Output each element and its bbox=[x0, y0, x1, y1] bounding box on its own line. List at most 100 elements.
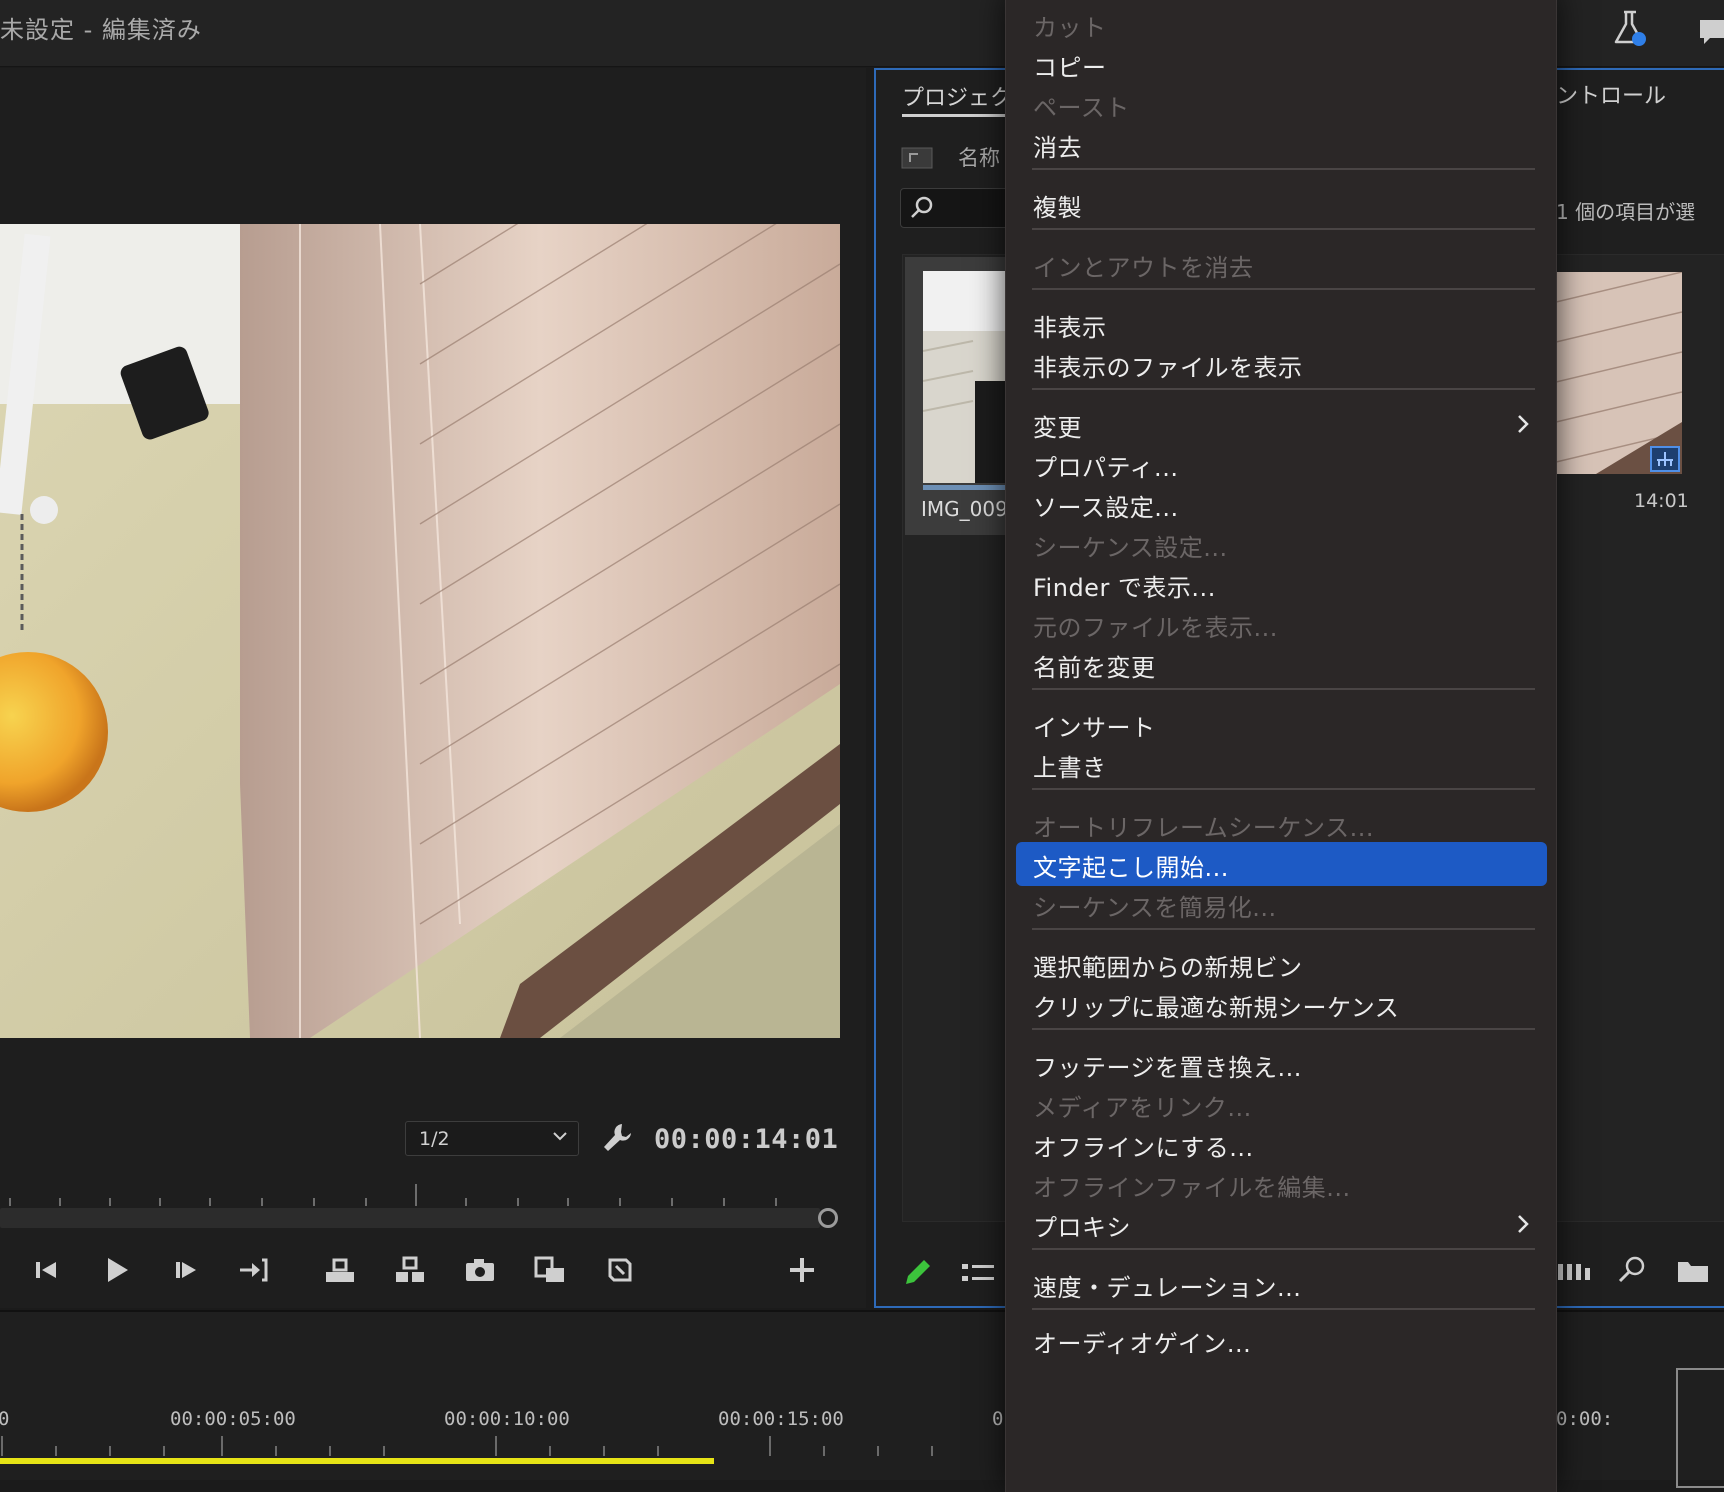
search-icon bbox=[911, 196, 933, 218]
clip-duration: 14:01 bbox=[1634, 490, 1689, 512]
menu-item[interactable]: オフラインにする... bbox=[1006, 1122, 1556, 1166]
overwrite-button[interactable] bbox=[598, 1248, 642, 1292]
menu-item-label: 選択範囲からの新規ビン bbox=[1033, 954, 1303, 982]
clip-progress-bar bbox=[923, 485, 1013, 490]
extract-button[interactable] bbox=[388, 1248, 432, 1292]
zoom-value: 1/2 bbox=[419, 1128, 450, 1150]
menu-item-label: 変更 bbox=[1033, 414, 1082, 442]
menu-item-label: 元のファイルを表示... bbox=[1033, 614, 1278, 642]
menu-item-label: シーケンスを簡易化... bbox=[1033, 894, 1277, 922]
insert-icon bbox=[534, 1256, 564, 1282]
menu-separator bbox=[1032, 168, 1535, 170]
new-bin-icon[interactable] bbox=[1676, 1256, 1710, 1286]
tab-effect-controls[interactable]: ントロール bbox=[1556, 78, 1666, 110]
menu-item: 元のファイルを表示... bbox=[1006, 602, 1556, 646]
menu-item: ペースト bbox=[1006, 82, 1556, 126]
clip-thumbnail bbox=[923, 271, 1013, 483]
play-icon bbox=[108, 1258, 128, 1282]
menu-item[interactable]: 名前を変更 bbox=[1006, 642, 1556, 686]
menu-item[interactable]: 消去 bbox=[1006, 122, 1556, 166]
menu-item-label: フッテージを置き換え... bbox=[1033, 1054, 1302, 1082]
context-menu: カット コピー ペースト消去複製インとアウトを消去非表示非表示のファイルを表示 変更プ… bbox=[1005, 0, 1557, 1492]
scrub-bar[interactable] bbox=[0, 1208, 820, 1228]
video-image bbox=[0, 224, 840, 1038]
menu-item-label: 非表示のファイルを表示 bbox=[1033, 354, 1303, 382]
menu-item[interactable]: プロパティ... bbox=[1006, 442, 1556, 486]
menu-item[interactable]: コピー bbox=[1006, 42, 1556, 86]
playhead-handle[interactable] bbox=[818, 1208, 838, 1228]
work-area-bar[interactable] bbox=[0, 1458, 714, 1464]
menu-item-label: クリップに最適な新規シーケンス bbox=[1033, 994, 1400, 1022]
chevron-right-icon bbox=[1518, 415, 1529, 433]
selected-count: 1 個の項目が選 bbox=[1556, 200, 1696, 224]
menu-item-label: ソース設定... bbox=[1033, 494, 1179, 522]
menu-item: メディアをリンク... bbox=[1006, 1082, 1556, 1126]
menu-item[interactable]: Finder で表示... bbox=[1006, 562, 1556, 606]
menu-item-label: オーディオゲイン... bbox=[1033, 1330, 1252, 1358]
menu-item-label: インサート bbox=[1033, 714, 1156, 742]
freeform-bars-icon[interactable] bbox=[1556, 1256, 1592, 1286]
zoom-icon[interactable] bbox=[1616, 1254, 1648, 1286]
add-button[interactable] bbox=[780, 1248, 824, 1292]
menu-separator bbox=[1032, 928, 1535, 930]
project-title: 未設定 - 編集済み bbox=[0, 16, 202, 44]
insert-button[interactable] bbox=[528, 1248, 572, 1292]
clip-item[interactable]: IMG_009 bbox=[905, 257, 1013, 535]
menu-item-label: オートリフレームシーケンス... bbox=[1033, 814, 1374, 842]
pencil-icon[interactable] bbox=[900, 1256, 934, 1290]
menu-separator bbox=[1032, 688, 1535, 690]
lift-button[interactable] bbox=[318, 1248, 362, 1292]
menu-item[interactable]: 選択範囲からの新規ビン bbox=[1006, 942, 1556, 986]
flask-icon[interactable] bbox=[1610, 8, 1650, 48]
sequence-badge-icon bbox=[1650, 446, 1680, 472]
playhead-timecode[interactable]: 00:00:14:01 bbox=[654, 1124, 838, 1155]
menu-item: インとアウトを消去 bbox=[1006, 242, 1556, 286]
wrench-icon[interactable] bbox=[600, 1120, 634, 1156]
scrub-ruler bbox=[9, 1184, 777, 1206]
chevron-down-icon bbox=[553, 1132, 567, 1141]
chat-icon[interactable] bbox=[1696, 10, 1724, 50]
go-to-out-button[interactable] bbox=[232, 1248, 276, 1292]
menu-item[interactable]: 複製 bbox=[1006, 182, 1556, 226]
lift-icon bbox=[326, 1258, 354, 1282]
extract-icon bbox=[396, 1256, 424, 1282]
list-view-icon[interactable] bbox=[960, 1256, 996, 1290]
menu-item-label: プロパティ... bbox=[1033, 454, 1179, 482]
menu-separator bbox=[1032, 228, 1535, 230]
menu-separator bbox=[1032, 1248, 1535, 1250]
overwrite-icon bbox=[608, 1258, 632, 1282]
menu-item-label: 速度・デュレーション... bbox=[1033, 1274, 1302, 1302]
tab-project[interactable]: プロジェク bbox=[902, 80, 1012, 112]
menu-item[interactable]: プロキシ bbox=[1006, 1202, 1556, 1246]
zoom-select[interactable]: 1/2 bbox=[405, 1121, 579, 1156]
menu-item[interactable]: 変更 bbox=[1006, 402, 1556, 446]
menu-item[interactable]: インサート bbox=[1006, 702, 1556, 746]
add-icon bbox=[790, 1258, 814, 1282]
menu-item-label: カット bbox=[1033, 14, 1107, 42]
menu-item-label: 名前を変更 bbox=[1033, 654, 1156, 682]
menu-item[interactable]: フッテージを置き換え... bbox=[1006, 1042, 1556, 1086]
menu-item-label: 消去 bbox=[1033, 134, 1082, 162]
timeline-label: 00:00:15:00 bbox=[718, 1408, 844, 1430]
menu-item[interactable]: クリップに最適な新規シーケンス bbox=[1006, 982, 1556, 1026]
export-frame-button[interactable] bbox=[458, 1248, 502, 1292]
menu-item-label: 文字起こし開始... bbox=[1033, 854, 1229, 882]
menu-item[interactable]: オーディオゲイン... bbox=[1006, 1318, 1556, 1362]
play-button[interactable] bbox=[94, 1248, 138, 1292]
menu-item[interactable]: 文字起こし開始... bbox=[1016, 842, 1547, 886]
timeline-track-box bbox=[1676, 1368, 1724, 1488]
menu-item[interactable]: ソース設定... bbox=[1006, 482, 1556, 526]
menu-item[interactable]: 非表示 bbox=[1006, 302, 1556, 346]
column-header-name[interactable]: 名称 bbox=[958, 142, 1000, 172]
timeline-label: 00:00:10:00 bbox=[444, 1408, 570, 1430]
menu-item: シーケンス設定... bbox=[1006, 522, 1556, 566]
menu-item[interactable]: 速度・デュレーション... bbox=[1006, 1262, 1556, 1306]
menu-item-label: 非表示 bbox=[1033, 314, 1107, 342]
menu-item[interactable]: 上書き bbox=[1006, 742, 1556, 786]
folder-up-icon[interactable] bbox=[900, 142, 934, 170]
menu-separator bbox=[1032, 288, 1535, 290]
menu-item: シーケンスを簡易化... bbox=[1006, 882, 1556, 926]
step-back-button[interactable] bbox=[24, 1248, 68, 1292]
menu-item[interactable]: 非表示のファイルを表示 bbox=[1006, 342, 1556, 386]
step-forward-button[interactable] bbox=[164, 1248, 208, 1292]
